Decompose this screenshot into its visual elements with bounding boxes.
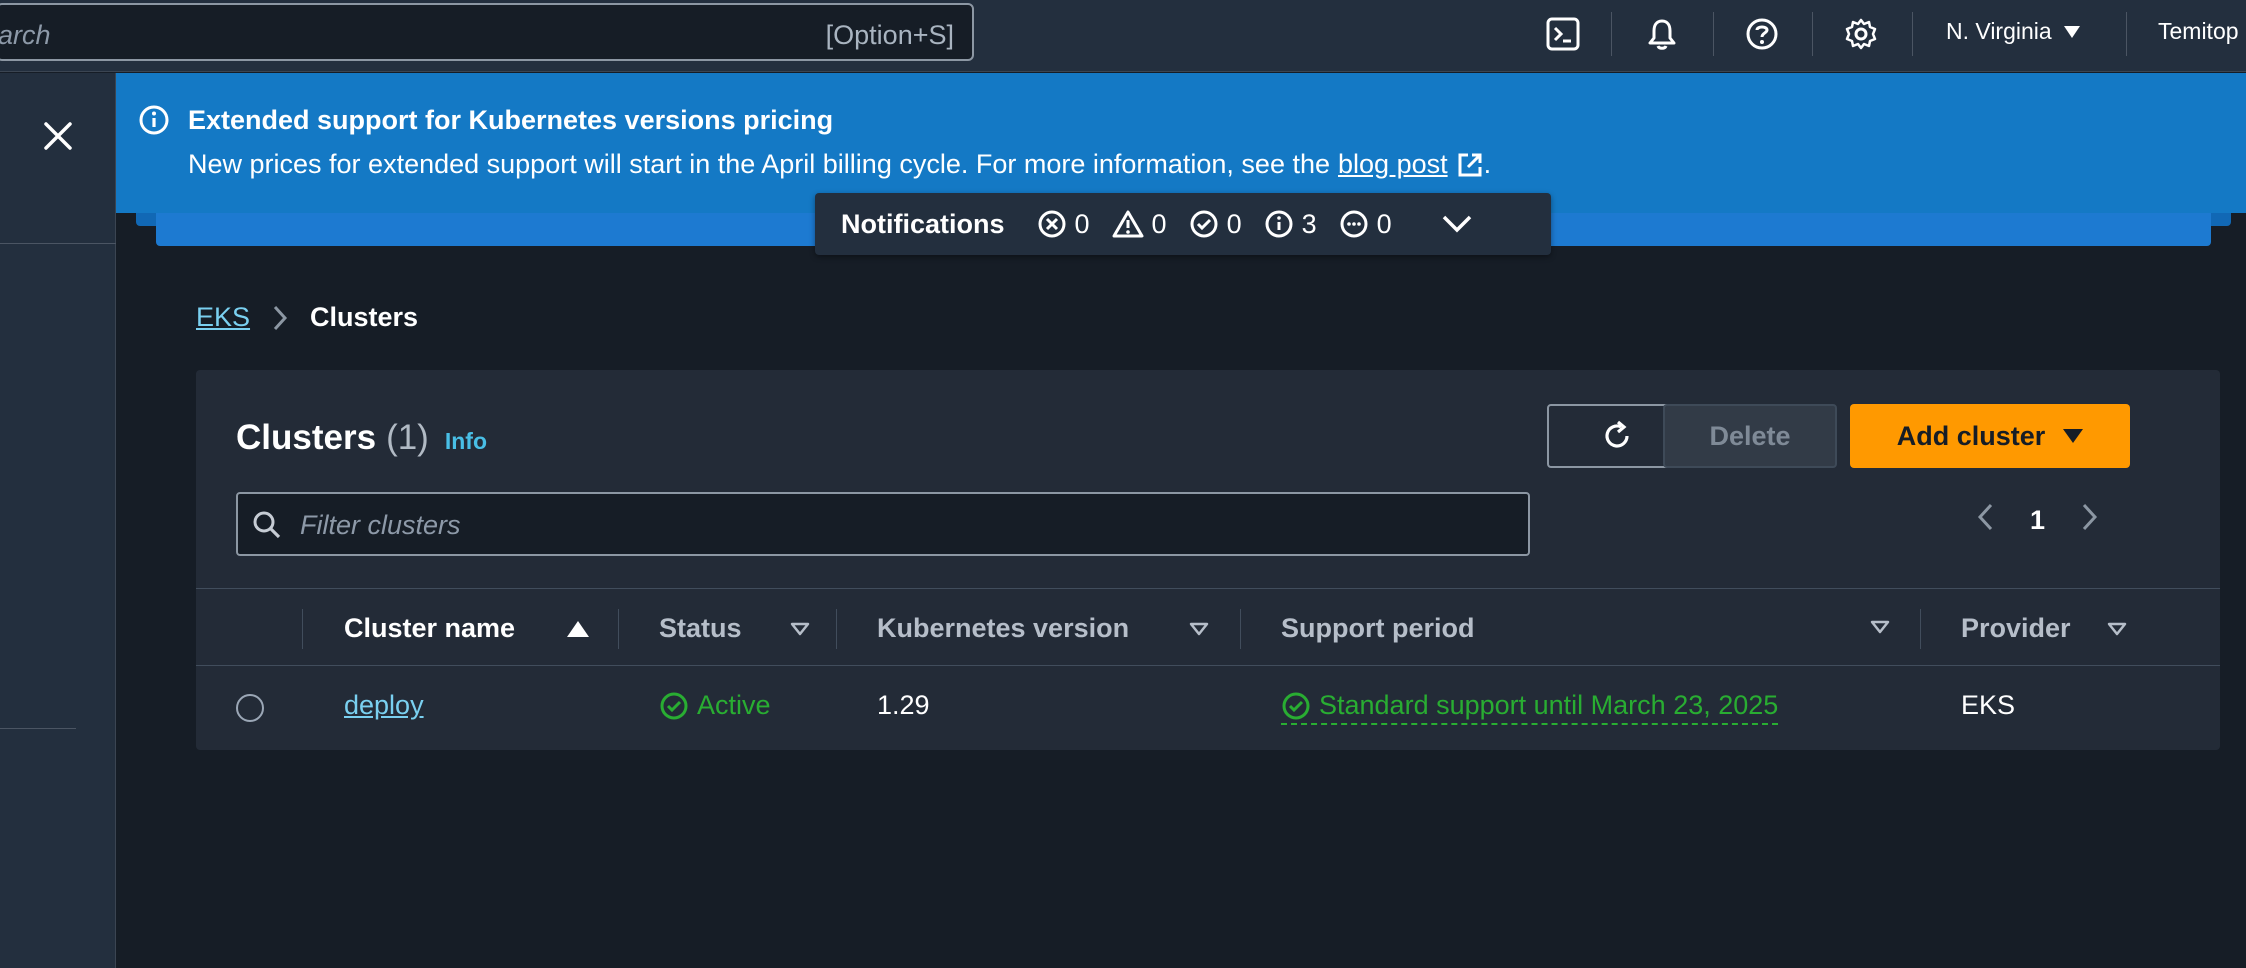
warning-count-value: 0 — [1151, 208, 1167, 239]
top-navigation-bar: arch [Option+S] N. Virginia Temitop — [0, 0, 2246, 72]
chevron-right-icon — [272, 304, 288, 332]
sort-icon — [1189, 622, 1209, 635]
success-count: 0 — [1189, 209, 1242, 240]
support-period-cell: Standard support until March 23, 2025 — [1281, 690, 1779, 725]
column-label: Kubernetes version — [877, 613, 1130, 643]
column-header-status[interactable]: Status — [659, 613, 810, 644]
filter-clusters-input[interactable]: Filter clusters — [236, 492, 1530, 556]
next-page-icon[interactable] — [2081, 502, 2099, 539]
bell-icon[interactable] — [1642, 14, 1682, 54]
close-navigation-icon[interactable] — [40, 118, 76, 154]
column-header-provider[interactable]: Provider — [1961, 613, 2127, 644]
success-count-value: 0 — [1226, 208, 1242, 239]
side-navigation — [0, 73, 116, 968]
filter-placeholder: Filter clusters — [300, 510, 461, 540]
clusters-table-container: Clusters (1) Info Delete Add cluster Fil… — [196, 370, 2220, 750]
account-menu[interactable]: Temitop — [2158, 18, 2239, 45]
help-icon[interactable] — [1742, 14, 1782, 54]
add-cluster-label: Add cluster — [1896, 420, 2046, 451]
warning-count: 0 — [1112, 209, 1167, 240]
banner-message: New prices for extended support will sta… — [188, 149, 1491, 180]
in-progress-icon — [1340, 210, 1368, 238]
table-row: deploy Active 1.29 Standard support unti… — [196, 666, 2220, 746]
cluster-name-link[interactable]: deploy — [344, 690, 424, 721]
search-icon — [252, 510, 282, 545]
banner-title: Extended support for Kubernetes versions… — [188, 105, 834, 135]
info-banner: Extended support for Kubernetes versions… — [116, 73, 2246, 213]
delete-button[interactable]: Delete — [1663, 404, 1837, 468]
column-label: Support period — [1281, 613, 1475, 643]
nav-divider — [0, 728, 76, 729]
column-header-cluster-name[interactable]: Cluster name — [344, 613, 590, 644]
info-count-value: 3 — [1301, 208, 1317, 239]
warning-icon — [1112, 210, 1144, 238]
info-icon — [138, 104, 170, 141]
column-header-kubernetes-version[interactable]: Kubernetes version — [877, 613, 1209, 644]
chevron-down-icon[interactable] — [1440, 213, 1474, 235]
version-cell: 1.29 — [877, 690, 930, 720]
add-cluster-button[interactable]: Add cluster — [1850, 404, 2130, 468]
sort-icon — [790, 622, 809, 635]
row-select-radio[interactable] — [236, 694, 264, 722]
region-selector[interactable]: N. Virginia — [1946, 18, 2080, 45]
breadcrumb-eks-link[interactable]: EKS — [196, 302, 250, 333]
blog-post-link[interactable]: blog post — [1338, 149, 1448, 180]
success-icon — [1190, 210, 1218, 238]
success-icon — [1282, 692, 1310, 719]
status-cell: Active — [659, 690, 771, 721]
search-shortcut-hint: [Option+S] — [825, 20, 954, 50]
column-label: Provider — [1961, 613, 2071, 643]
notifications-title: Notifications — [841, 208, 1005, 239]
error-icon — [1038, 210, 1066, 238]
info-count: 3 — [1264, 209, 1317, 240]
caret-down-icon — [2063, 25, 2080, 38]
column-label: Cluster name — [344, 613, 516, 643]
error-count-value: 0 — [1074, 208, 1090, 239]
breadcrumb: EKS Clusters — [196, 302, 418, 333]
info-icon — [1265, 210, 1293, 238]
breadcrumb-current: Clusters — [310, 302, 419, 332]
error-count: 0 — [1037, 209, 1090, 240]
banner-period: . — [1483, 149, 1492, 179]
sort-ascending-icon — [567, 620, 590, 637]
external-link-icon — [1456, 151, 1484, 179]
region-label: N. Virginia — [1946, 18, 2052, 44]
success-icon — [660, 692, 688, 719]
provider-cell: EKS — [1961, 690, 2016, 720]
banner-body-text: New prices for extended support will sta… — [188, 149, 1331, 179]
clusters-count: (1) — [386, 418, 429, 457]
pagination: 1 — [1976, 502, 2099, 539]
support-period-text: Standard support until March 23, 2025 — [1319, 690, 1779, 720]
caret-down-icon — [2063, 429, 2084, 443]
nav-divider — [0, 243, 116, 244]
page-title: Clusters (1) Info — [236, 418, 487, 458]
search-text: arch — [0, 20, 51, 50]
cloudshell-icon[interactable] — [1543, 14, 1583, 54]
search-input[interactable]: arch [Option+S] — [0, 3, 974, 61]
column-header-support-period[interactable]: Support period — [1281, 613, 1474, 644]
info-link[interactable]: Info — [445, 428, 487, 455]
notifications-bar[interactable]: Notifications 0 0 0 3 0 — [815, 193, 1551, 255]
status-text: Active — [697, 690, 771, 720]
table-header: Cluster name Status Kubernetes version S… — [196, 588, 2220, 666]
previous-page-icon[interactable] — [1976, 502, 1994, 539]
gear-icon[interactable] — [1841, 14, 1881, 54]
column-label: Status — [659, 613, 742, 643]
cluster-name-cell: deploy — [344, 690, 424, 721]
clusters-heading: Clusters — [236, 418, 377, 457]
refresh-icon — [1605, 420, 1629, 448]
support-period-popover-trigger[interactable]: Standard support until March 23, 2025 — [1281, 690, 1779, 725]
sort-icon — [2107, 622, 2126, 635]
in-progress-count: 0 — [1339, 209, 1392, 240]
current-page-number[interactable]: 1 — [2030, 505, 2045, 536]
sort-icon[interactable] — [1870, 620, 1890, 634]
in-progress-count-value: 0 — [1376, 208, 1392, 239]
